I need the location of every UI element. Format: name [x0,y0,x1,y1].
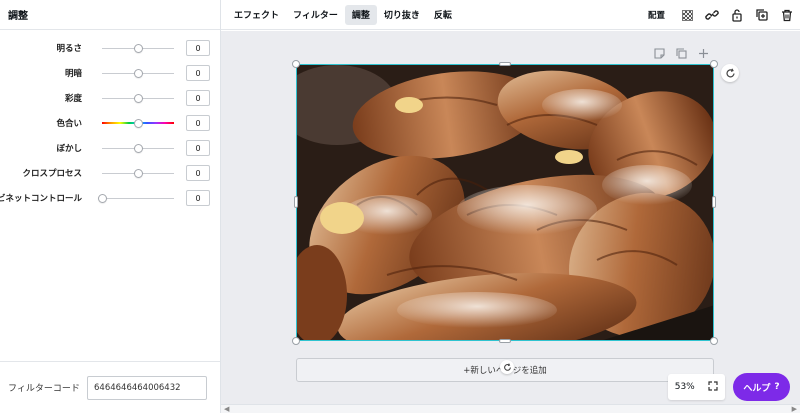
slider-label: ぼかし [56,144,82,154]
slider-track[interactable] [97,194,174,203]
filter-code-label: フィルターコード [8,384,80,394]
slider-row: 色合い 0 [0,111,220,136]
note-icon[interactable] [651,45,667,61]
filter-code-bar: フィルターコード [0,361,220,413]
resize-handle-e[interactable] [712,196,716,208]
arrange-button[interactable]: 配置 [648,9,665,21]
croissant-photo[interactable] [296,64,714,341]
slider-row: クロスプロセス 0 [0,161,220,186]
slider-row: 明るさ 0 [0,36,220,61]
slider-label: クロスプロセス [22,169,82,179]
resize-handle-ne[interactable] [710,60,718,68]
slider-track[interactable] [102,118,174,128]
resize-handle-s[interactable] [499,339,511,343]
transparency-icon[interactable] [675,3,699,27]
slider-knob[interactable] [133,44,143,53]
slider-track[interactable] [102,94,174,103]
slider-label: 彩度 [64,94,82,104]
slider-label: ビネットコントロール [0,194,82,204]
resize-handle-sw[interactable] [292,337,300,345]
fullscreen-icon[interactable] [708,380,718,394]
slider-list: 明るさ 0 明暗 0 彩度 0 色合い 0 ぼかし 0 クロスプロセス 0 ビネットコントロール 0 [0,30,220,211]
slider-value-input[interactable]: 0 [186,90,210,106]
resize-handle-nw[interactable] [292,60,300,68]
page-actions [651,45,711,61]
duplicate-icon[interactable] [750,3,774,27]
slider-track[interactable] [102,69,174,78]
resize-handle-se[interactable] [710,337,718,345]
link-icon[interactable] [700,3,724,27]
slider-row: 明暗 0 [0,61,220,86]
slider-knob[interactable] [133,144,143,153]
slider-row: 彩度 0 [0,86,220,111]
rotate-button[interactable] [721,64,739,82]
slider-knob[interactable] [97,194,107,203]
design-canvas[interactable]: +新しいページを追加 53% ヘルプ ? ◀ ▶ [221,31,800,413]
toolbar-actions: 配置 [648,0,800,30]
resize-handle-w[interactable] [294,196,298,208]
slider-knob[interactable] [133,69,143,78]
slider-track[interactable] [102,44,174,53]
scroll-left-icon[interactable]: ◀ [224,405,229,413]
slider-row: ぼかし 0 [0,136,220,161]
copy-page-icon[interactable] [673,45,689,61]
slider-track[interactable] [102,169,174,178]
slider-row: ビネットコントロール 0 [0,186,220,211]
add-page-icon[interactable] [695,45,711,61]
slider-knob[interactable] [133,169,143,178]
slider-track[interactable] [102,144,174,153]
scroll-right-icon[interactable]: ▶ [792,405,797,413]
slider-value-input[interactable]: 0 [186,40,210,56]
slider-value-input[interactable]: 0 [186,165,210,181]
photo-image [297,65,713,340]
trash-icon[interactable] [775,3,799,27]
page-rotate-icon[interactable] [500,360,514,374]
slider-value-input[interactable]: 0 [186,65,210,81]
rotate-icon [725,68,735,77]
slider-label: 明暗 [64,69,82,79]
slider-value-input[interactable]: 0 [186,190,210,206]
lock-icon[interactable] [725,3,749,27]
zoom-level: 53% [674,382,695,392]
horizontal-scrollbar[interactable]: ◀ ▶ [221,404,800,413]
panel-title: 調整 [0,0,220,30]
top-toolbar: エフェクト フィルター 調整 切り抜き 反転 配置 [221,0,800,30]
help-mark: ? [774,382,780,392]
help-label: ヘルプ [743,383,771,394]
tab-filter[interactable]: フィルター [286,5,345,25]
resize-handle-n[interactable] [499,62,511,66]
adjust-panel: 調整 明るさ 0 明暗 0 彩度 0 色合い 0 ぼかし 0 クロスプロセス 0 ビネットコントロール 0… [0,0,221,413]
slider-knob[interactable] [133,94,143,103]
slider-label: 色合い [56,119,82,129]
zoom-control[interactable]: 53% [668,374,725,400]
tab-flip[interactable]: 反転 [427,5,459,25]
tab-adjust[interactable]: 調整 [344,4,377,25]
slider-value-input[interactable]: 0 [186,140,210,156]
slider-value-input[interactable]: 0 [186,115,210,131]
filter-code-input[interactable] [87,375,207,400]
tab-effects[interactable]: エフェクト [227,5,286,25]
tab-crop[interactable]: 切り抜き [377,5,427,25]
help-button[interactable]: ヘルプ ? [733,373,790,401]
slider-knob[interactable] [133,118,143,128]
slider-label: 明るさ [56,44,82,54]
